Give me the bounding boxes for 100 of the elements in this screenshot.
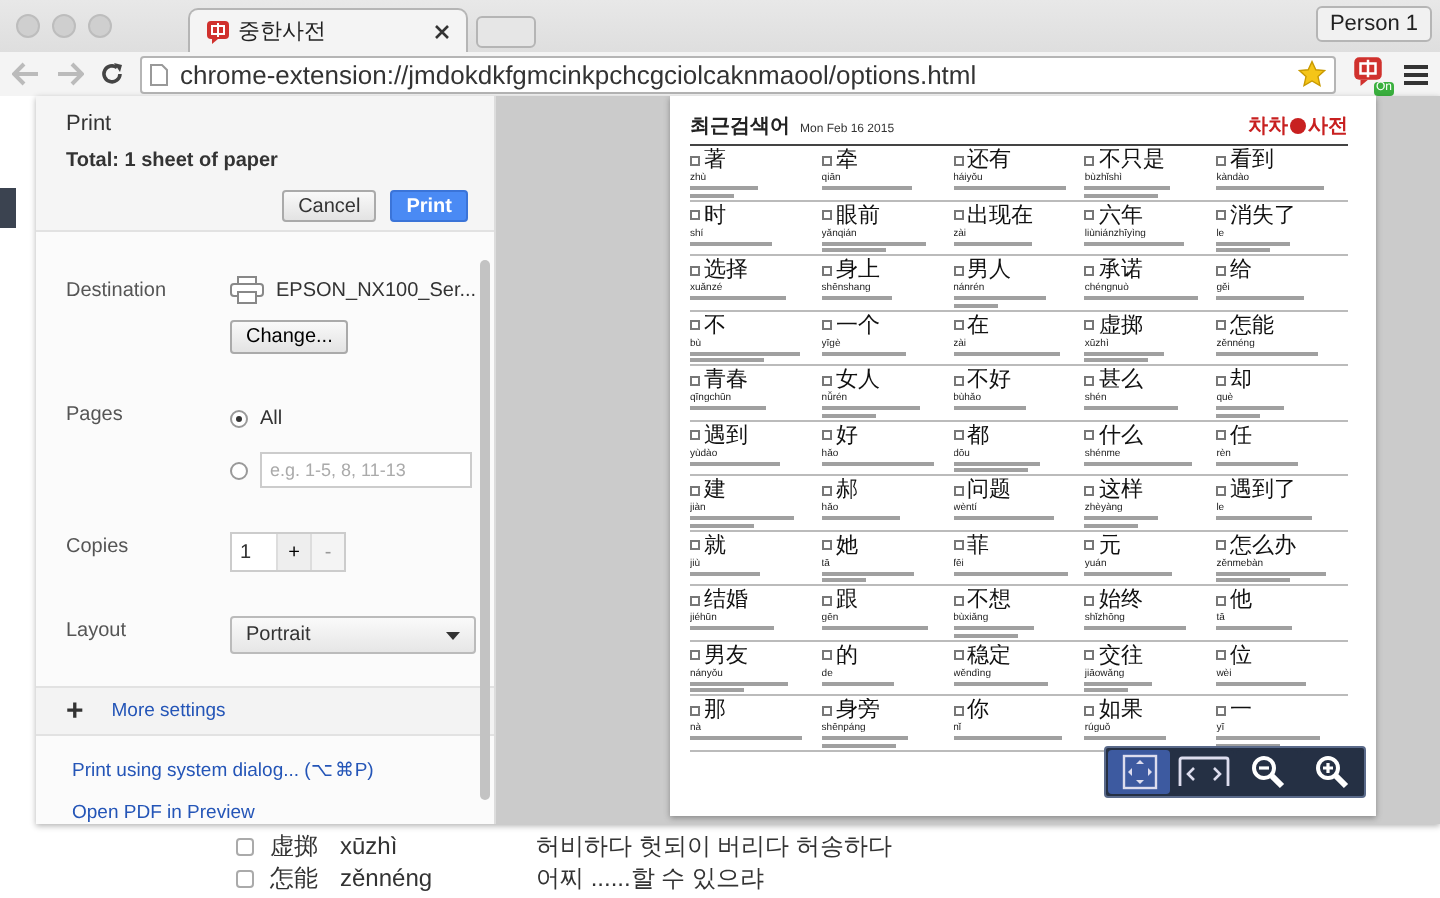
dialog-link[interactable]: Print using system dialog... (⌥⌘P) [72, 758, 494, 782]
layout-dropdown[interactable]: Portrait [230, 616, 476, 654]
minimize-window-button[interactable] [52, 14, 76, 38]
definition-lines-drawing [821, 406, 920, 417]
field-label: Layout [66, 618, 129, 646]
word-text: 如果 [1098, 698, 1143, 722]
word-text: 那 [704, 698, 726, 722]
word-text: 的 [835, 643, 858, 667]
word-text: 虚掷 [270, 829, 320, 863]
word-text: 不想 [967, 588, 1012, 612]
word-text: 时 [704, 203, 726, 227]
definition-lines-drawing [953, 681, 1048, 685]
dialog-link[interactable]: Open PDF in Preview [72, 802, 494, 824]
checkbox-icon [821, 155, 832, 165]
checkbox[interactable] [236, 869, 254, 887]
zoom-in-icon [1313, 754, 1349, 790]
word-text: 青春 [704, 368, 748, 392]
more-settings-link[interactable]: More settings [111, 700, 226, 722]
definition-lines-drawing [953, 571, 1068, 575]
definition-lines-drawing [953, 626, 1034, 637]
pinyin-text: xūzhì [340, 832, 400, 860]
definition-lines-drawing [1216, 351, 1319, 355]
checkbox-icon [1084, 705, 1095, 715]
checkbox-icon [690, 320, 700, 330]
word-text: 还有 [967, 148, 1012, 172]
word-text: 跟 [835, 588, 858, 612]
back-icon[interactable] [12, 62, 40, 86]
radio-button[interactable] [230, 461, 248, 479]
field-label: Destination [66, 278, 169, 306]
word-text: 身上 [835, 258, 880, 282]
dialog-title: Print [66, 112, 114, 136]
definition-lines-drawing [690, 296, 786, 300]
checkbox-icon [1084, 265, 1095, 275]
field-label: Pages [66, 402, 125, 430]
definition-lines-drawing [1084, 516, 1159, 527]
cancel-button[interactable]: Cancel [282, 190, 377, 222]
word-text: 眼前 [835, 203, 880, 227]
definition-lines-drawing [1216, 516, 1313, 520]
fit-to-page-button[interactable] [1108, 750, 1170, 794]
radio-button[interactable] [230, 409, 248, 427]
checkbox-icon [821, 595, 832, 605]
definition-lines-drawing [1084, 296, 1199, 300]
sidebar-edge [0, 188, 16, 228]
checkbox-icon [1216, 430, 1227, 440]
definition-lines-drawing [1216, 241, 1291, 252]
page-title: 최근검색어 [690, 114, 790, 140]
profile-button[interactable]: Person 1 [1315, 6, 1432, 42]
checkbox-icon [1216, 210, 1227, 220]
checkbox-icon [1084, 430, 1095, 440]
word-text: 任 [1230, 423, 1253, 447]
word-text: 女人 [835, 368, 880, 392]
word-text: 位 [1230, 643, 1253, 667]
close-icon[interactable] [434, 23, 450, 39]
logo: 차차 사전 [1248, 114, 1348, 140]
checkbox-icon [690, 540, 700, 550]
new-tab-button[interactable] [476, 16, 536, 48]
definition-lines-drawing [953, 516, 1054, 520]
reload-icon[interactable] [100, 62, 124, 86]
checkbox-icon [821, 705, 832, 715]
word-text: 不 [704, 313, 726, 337]
definition-lines-drawing [690, 681, 788, 692]
definition-lines-drawing [1216, 461, 1299, 465]
checkbox-icon [1216, 320, 1227, 330]
browser-tab[interactable]: 중한사전 [188, 8, 468, 52]
address-bar[interactable]: chrome-extension://jmdokdkfgmcinkpchcgciolcaknmaool/options.html [140, 55, 1336, 93]
meaning-text: 허비하다 헛되이 버리다 허송하다 [536, 829, 893, 863]
definition-lines-drawing [821, 296, 892, 300]
word-text: 遇到了 [1230, 478, 1297, 502]
expand-arrows-icon [1121, 754, 1157, 790]
word-text: 怎么办 [1230, 533, 1297, 557]
tab-title: 중한사전 [238, 18, 328, 46]
checkbox-icon [953, 265, 964, 275]
word-text: 男人 [967, 258, 1012, 282]
checkbox-icon [1084, 210, 1095, 220]
zoom-window-button[interactable] [88, 14, 112, 38]
word-text: 选择 [704, 258, 748, 282]
change-button[interactable]: Change... [230, 320, 349, 354]
forward-icon[interactable] [56, 62, 84, 86]
definition-lines-drawing [1084, 571, 1173, 575]
option-label: All [260, 407, 283, 429]
definition-lines-drawing [690, 241, 772, 245]
menu-icon[interactable] [1404, 63, 1428, 85]
checkbox-icon [690, 265, 700, 275]
word-text: 看到 [1230, 148, 1275, 172]
copies-field[interactable]: 1 + - [230, 532, 346, 572]
definition-lines-drawing [1216, 406, 1285, 417]
checkbox-icon [821, 485, 832, 495]
page-range-field[interactable]: e.g. 1-5, 8, 11-13 [260, 452, 472, 488]
checkbox-icon [1084, 155, 1095, 165]
checkbox[interactable] [236, 837, 254, 855]
close-window-button[interactable] [16, 14, 40, 38]
star-icon[interactable] [1298, 60, 1326, 88]
word-text: 虚掷 [1098, 313, 1143, 337]
checkbox-icon [1216, 650, 1227, 660]
scrollbar[interactable] [480, 260, 490, 800]
word-text: 一个 [835, 313, 880, 337]
word-text: 出现在 [967, 203, 1034, 227]
word-text: 问题 [967, 478, 1012, 502]
word-text: 始终 [1098, 588, 1143, 612]
increment-button[interactable]: + [276, 534, 310, 570]
